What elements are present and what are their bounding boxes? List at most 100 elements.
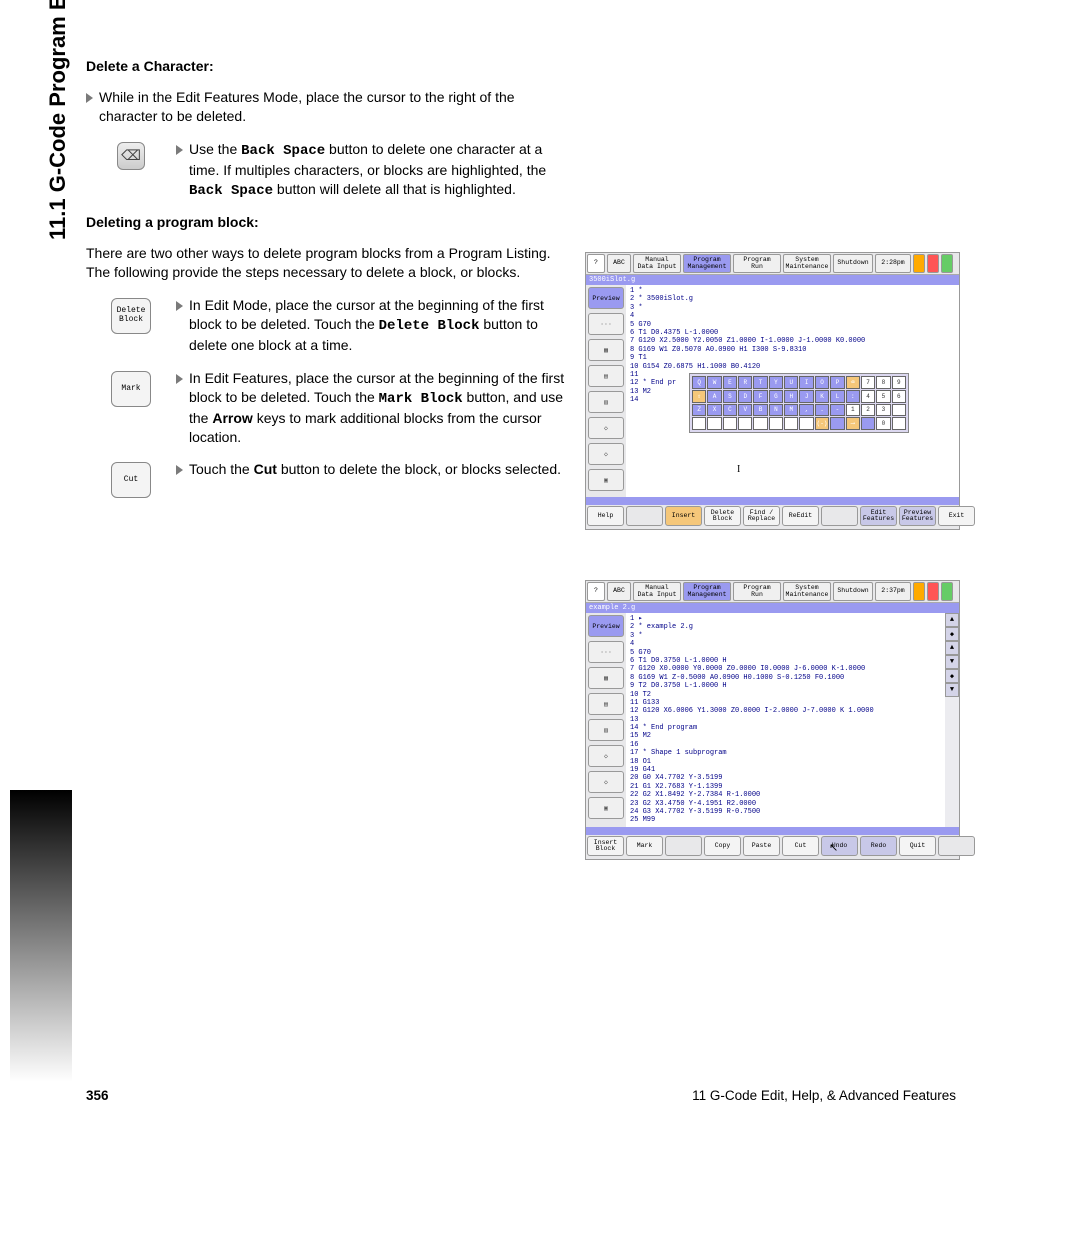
keyboard-key[interactable]: ,	[799, 404, 813, 417]
keyboard-key[interactable]: N	[769, 404, 783, 417]
softkey-button[interactable]: Edit Features	[860, 506, 897, 526]
softkey-button[interactable]: Help	[587, 506, 624, 526]
side-tool-button[interactable]: ▦	[588, 667, 624, 689]
keyboard-key[interactable]: B	[753, 404, 767, 417]
softkey-button[interactable]: Insert Block	[587, 836, 624, 856]
softkey-button[interactable]: Copy	[704, 836, 741, 856]
keyboard-key[interactable]: 5	[876, 390, 890, 403]
keyboard-key[interactable]: C	[723, 404, 737, 417]
code-listing[interactable]: 1 ▸2 * example 2.g3 *45 G706 T1 D0.3750 …	[626, 613, 945, 827]
keyboard-key[interactable]: F	[753, 390, 767, 403]
softkey-button[interactable]: Delete Block	[704, 506, 741, 526]
shutdown-tab[interactable]: Shutdown	[833, 582, 873, 601]
keyboard-key[interactable]: U	[784, 376, 798, 389]
keyboard-key[interactable]	[830, 417, 844, 430]
keyboard-key[interactable]: -	[830, 404, 844, 417]
keyboard-key[interactable]: ⌫	[846, 376, 860, 389]
scroll-button[interactable]: ▲	[945, 613, 959, 627]
keyboard-key[interactable]: O	[815, 376, 829, 389]
keyboard-key[interactable]: H	[784, 390, 798, 403]
side-tool-button[interactable]: ▣	[588, 797, 624, 819]
softkey-button[interactable]: Cut	[782, 836, 819, 856]
keyboard-key[interactable]	[723, 417, 737, 430]
program-run-tab[interactable]: Program Run	[733, 582, 781, 601]
keyboard-key[interactable]: 4	[861, 390, 875, 403]
mdi-tab[interactable]: Manual Data Input	[633, 254, 681, 273]
side-tool-button[interactable]: ▦	[588, 339, 624, 361]
keyboard-key[interactable]: W	[707, 376, 721, 389]
keyboard-key[interactable]: ⇧	[692, 390, 706, 403]
keyboard-key[interactable]: 6	[892, 390, 906, 403]
side-tool-button[interactable]: ◇	[588, 443, 624, 465]
keyboard-key[interactable]	[753, 417, 767, 430]
keyboard-key[interactable]: V	[738, 404, 752, 417]
keyboard-key[interactable]: J	[799, 390, 813, 403]
keyboard-key[interactable]: 3	[876, 404, 890, 417]
side-tool-button[interactable]: ◇	[588, 417, 624, 439]
keyboard-key[interactable]: I	[799, 376, 813, 389]
softkey-button[interactable]: Paste	[743, 836, 780, 856]
keyboard-key[interactable]: L	[830, 390, 844, 403]
softkey-button[interactable]: Quit	[899, 836, 936, 856]
keyboard-key[interactable]: X	[707, 404, 721, 417]
side-tool-button[interactable]: ···	[588, 641, 624, 663]
keyboard-key[interactable]: 9	[892, 376, 906, 389]
keyboard-key[interactable]: ⟶	[846, 417, 860, 430]
program-mgmt-tab[interactable]: Program Management	[683, 582, 731, 601]
keyboard-key[interactable]: P	[830, 376, 844, 389]
keyboard-key[interactable]: (-)	[815, 417, 829, 430]
abc-tab[interactable]: ABC	[607, 582, 631, 601]
help-tab[interactable]: ?	[587, 582, 605, 601]
system-maint-tab[interactable]: System Maintenance	[783, 254, 831, 273]
keyboard-key[interactable]	[784, 417, 798, 430]
side-tool-button[interactable]: ▤	[588, 365, 624, 387]
keyboard-key[interactable]: G	[769, 390, 783, 403]
keyboard-key[interactable]: S	[723, 390, 737, 403]
keyboard-key[interactable]: M	[784, 404, 798, 417]
side-tool-button[interactable]: ◇	[588, 745, 624, 767]
side-tool-button[interactable]: ▥	[588, 719, 624, 741]
keyboard-key[interactable]: R	[738, 376, 752, 389]
keyboard-key[interactable]: Q	[692, 376, 706, 389]
keyboard-key[interactable]: 8	[876, 376, 890, 389]
scroll-button[interactable]: ▼	[945, 683, 959, 697]
program-run-tab[interactable]: Program Run	[733, 254, 781, 273]
keyboard-key[interactable]	[861, 417, 875, 430]
keyboard-key[interactable]: Y	[769, 376, 783, 389]
onscreen-keyboard[interactable]: QWERTYUIOP⌫789⇧ASDFGHJKL:456ZXCVBNM,.-12…	[689, 373, 909, 433]
side-tool-button[interactable]: Preview	[588, 615, 624, 637]
side-tool-button[interactable]: Preview	[588, 287, 624, 309]
keyboard-key[interactable]: 1	[846, 404, 860, 417]
keyboard-key[interactable]: 0	[876, 417, 890, 430]
keyboard-key[interactable]: D	[738, 390, 752, 403]
system-maint-tab[interactable]: System Maintenance	[783, 582, 831, 601]
program-mgmt-tab[interactable]: Program Management	[683, 254, 731, 273]
side-tool-button[interactable]: ◇	[588, 771, 624, 793]
softkey-button[interactable]: Mark	[626, 836, 663, 856]
keyboard-key[interactable]	[892, 417, 906, 430]
keyboard-key[interactable]	[892, 404, 906, 417]
keyboard-key[interactable]: :	[846, 390, 860, 403]
keyboard-key[interactable]: E	[723, 376, 737, 389]
softkey-button[interactable]: Undo	[821, 836, 858, 856]
scroll-button[interactable]: ▼	[945, 655, 959, 669]
keyboard-key[interactable]	[799, 417, 813, 430]
scroll-button[interactable]: ▲	[945, 641, 959, 655]
keyboard-key[interactable]: T	[753, 376, 767, 389]
keyboard-key[interactable]: Z	[692, 404, 706, 417]
scrollbar[interactable]: ▲◆▲▼◆▼	[945, 613, 959, 827]
keyboard-key[interactable]	[738, 417, 752, 430]
scroll-button[interactable]: ◆	[945, 669, 959, 683]
side-tool-button[interactable]: ▥	[588, 391, 624, 413]
scroll-button[interactable]: ◆	[945, 627, 959, 641]
abc-tab[interactable]: ABC	[607, 254, 631, 273]
keyboard-key[interactable]: A	[707, 390, 721, 403]
side-tool-button[interactable]: ···	[588, 313, 624, 335]
softkey-button[interactable]: Preview Features	[899, 506, 936, 526]
softkey-button[interactable]: ReEdit	[782, 506, 819, 526]
side-tool-button[interactable]: ▤	[588, 693, 624, 715]
keyboard-key[interactable]	[769, 417, 783, 430]
softkey-button[interactable]: Exit	[938, 506, 975, 526]
keyboard-key[interactable]	[692, 417, 706, 430]
mdi-tab[interactable]: Manual Data Input	[633, 582, 681, 601]
